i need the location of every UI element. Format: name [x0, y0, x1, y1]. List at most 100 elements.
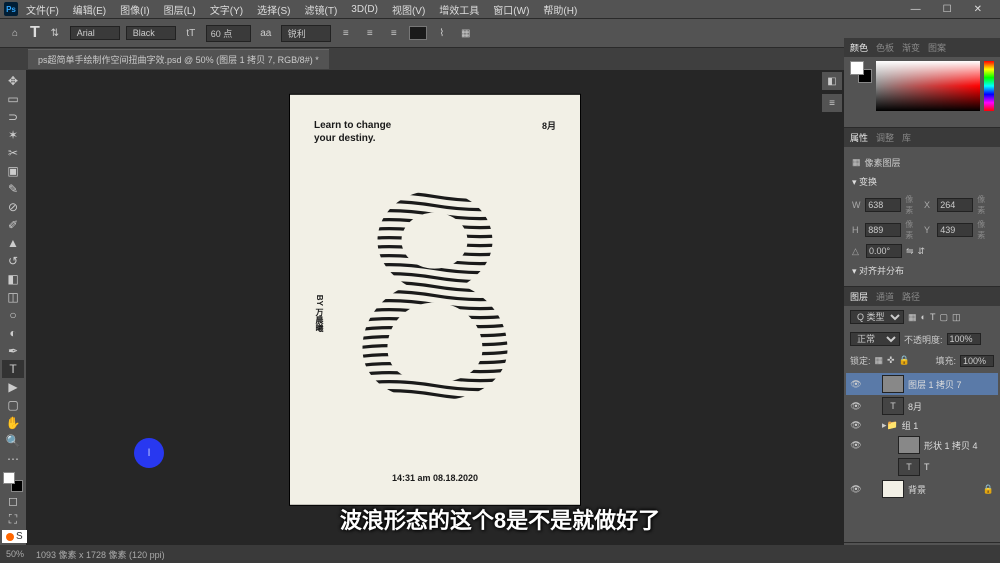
menu-plugins[interactable]: 增效工具	[433, 0, 485, 19]
tab-patterns[interactable]: 图案	[928, 41, 946, 54]
panel-toggle-icon[interactable]: ▦	[457, 25, 475, 41]
height-field[interactable]	[865, 223, 901, 237]
edit-toolbar[interactable]: ⋯	[2, 450, 24, 468]
menu-type[interactable]: 文字(Y)	[204, 0, 249, 19]
flip-h-icon[interactable]: ⇋	[906, 246, 914, 257]
gradient-tool[interactable]: ◫	[2, 288, 24, 306]
font-family-select[interactable]: Arial	[70, 26, 120, 40]
tab-color[interactable]: 颜色	[850, 41, 868, 54]
collapsed-panel-icon[interactable]: ◧	[822, 72, 842, 90]
lasso-tool[interactable]: ⊃	[2, 108, 24, 126]
shape-tool[interactable]: ▢	[2, 396, 24, 414]
antialias-select[interactable]: 锐利	[281, 25, 331, 42]
y-field[interactable]	[937, 223, 973, 237]
screenmode-tool[interactable]: ⛶	[2, 510, 24, 528]
eraser-tool[interactable]: ◧	[2, 270, 24, 288]
filter-smart-icon[interactable]: ◫	[952, 312, 961, 323]
visibility-icon[interactable]: 👁	[850, 484, 862, 495]
layer-row[interactable]: 👁T8月	[846, 395, 998, 417]
angle-field[interactable]	[866, 244, 902, 258]
filter-type-icon[interactable]: T	[930, 312, 936, 322]
menu-layer[interactable]: 图层(L)	[158, 0, 202, 19]
orientation-icon[interactable]: ⇅	[46, 25, 64, 41]
filter-shape-icon[interactable]: ▢	[939, 312, 948, 323]
menu-select[interactable]: 选择(S)	[251, 0, 296, 19]
transform-section[interactable]: ▾ 变换	[852, 172, 992, 191]
menu-3d[interactable]: 3D(D)	[345, 2, 384, 17]
heal-tool[interactable]: ⊘	[2, 198, 24, 216]
canvas[interactable]: Learn to change your destiny. 8月 BY 万晨曦 …	[26, 70, 844, 545]
font-weight-select[interactable]: Black	[126, 26, 176, 40]
document-tab[interactable]: ps超简单手绘制作空间扭曲字效.psd @ 50% (图层 1 拷贝 7, RG…	[28, 49, 329, 69]
align-right-icon[interactable]: ≡	[385, 25, 403, 41]
tab-layers[interactable]: 图层	[850, 290, 868, 303]
filter-pixel-icon[interactable]: ▦	[908, 312, 917, 323]
brush-tool[interactable]: ✐	[2, 216, 24, 234]
frame-tool[interactable]: ▣	[2, 162, 24, 180]
x-field[interactable]	[937, 198, 973, 212]
hue-slider[interactable]	[984, 61, 994, 111]
layer-filter[interactable]: Q 类型	[850, 310, 904, 324]
move-tool[interactable]: ✥	[2, 72, 24, 90]
layer-row[interactable]: TT	[846, 456, 998, 478]
maximize-icon[interactable]: ☐	[937, 2, 958, 17]
blur-tool[interactable]: ○	[2, 306, 24, 324]
history-brush-tool[interactable]: ↺	[2, 252, 24, 270]
menu-filter[interactable]: 滤镜(T)	[299, 0, 344, 19]
panel-color-swatch[interactable]	[850, 61, 872, 83]
opacity-field[interactable]	[947, 333, 981, 345]
tab-gradients[interactable]: 渐变	[902, 41, 920, 54]
quickmask-tool[interactable]: ◻	[2, 492, 24, 510]
collapsed-panel-icon[interactable]: ≡	[822, 94, 842, 112]
layer-row[interactable]: 👁背景🔒	[846, 478, 998, 500]
align-center-icon[interactable]: ≡	[361, 25, 379, 41]
lock-pos-icon[interactable]: ✜	[887, 355, 895, 366]
layer-row[interactable]: 👁图层 1 拷贝 7	[846, 373, 998, 395]
width-field[interactable]	[865, 198, 901, 212]
lock-icon[interactable]: 🔒	[899, 355, 910, 366]
dodge-tool[interactable]: ◐	[2, 324, 24, 342]
type-tool-icon[interactable]: T	[30, 24, 40, 42]
flip-v-icon[interactable]: ⇵	[918, 246, 926, 257]
menu-help[interactable]: 帮助(H)	[537, 0, 583, 19]
pen-tool[interactable]: ✒	[2, 342, 24, 360]
tab-swatches[interactable]: 色板	[876, 41, 894, 54]
wand-tool[interactable]: ✶	[2, 126, 24, 144]
minimize-icon[interactable]: —	[905, 2, 927, 17]
visibility-icon[interactable]: 👁	[850, 379, 862, 390]
stamp-tool[interactable]: ▲	[2, 234, 24, 252]
hand-tool[interactable]: ✋	[2, 414, 24, 432]
zoom-tool[interactable]: 🔍	[2, 432, 24, 450]
layer-row[interactable]: 👁形状 1 拷贝 4	[846, 434, 998, 456]
marquee-tool[interactable]: ▭	[2, 90, 24, 108]
color-swatches[interactable]	[3, 472, 23, 492]
path-select-tool[interactable]: ▶	[2, 378, 24, 396]
close-icon[interactable]: ✕	[968, 2, 988, 17]
tab-paths[interactable]: 路径	[902, 290, 920, 303]
crop-tool[interactable]: ✂	[2, 144, 24, 162]
tab-libraries[interactable]: 库	[902, 131, 911, 144]
font-size-field[interactable]: 60 点	[206, 25, 251, 42]
menu-image[interactable]: 图像(I)	[114, 0, 155, 19]
zoom-level[interactable]: 50%	[6, 549, 24, 559]
visibility-icon[interactable]: 👁	[850, 440, 862, 451]
fill-field[interactable]	[960, 355, 994, 367]
visibility-icon[interactable]: 👁	[850, 401, 862, 412]
filter-adjust-icon[interactable]: ◐	[921, 312, 926, 322]
align-section[interactable]: ▾ 对齐并分布	[852, 261, 992, 280]
blend-mode[interactable]: 正常	[850, 332, 900, 346]
menu-file[interactable]: 文件(F)	[20, 0, 65, 19]
text-color-swatch[interactable]	[409, 26, 427, 40]
layer-row[interactable]: 👁▸📁组 1	[846, 417, 998, 434]
eyedropper-tool[interactable]: ✎	[2, 180, 24, 198]
type-tool[interactable]: T	[2, 360, 24, 378]
align-left-icon[interactable]: ≡	[337, 25, 355, 41]
color-field[interactable]	[876, 61, 980, 111]
menu-window[interactable]: 窗口(W)	[487, 0, 535, 19]
tab-adjust[interactable]: 调整	[876, 131, 894, 144]
menu-edit[interactable]: 编辑(E)	[67, 0, 112, 19]
warp-text-icon[interactable]: ⌇	[433, 25, 451, 41]
lock-all-icon[interactable]: ▦	[875, 355, 884, 366]
visibility-icon[interactable]: 👁	[850, 420, 862, 431]
home-icon[interactable]: ⌂	[6, 24, 24, 42]
